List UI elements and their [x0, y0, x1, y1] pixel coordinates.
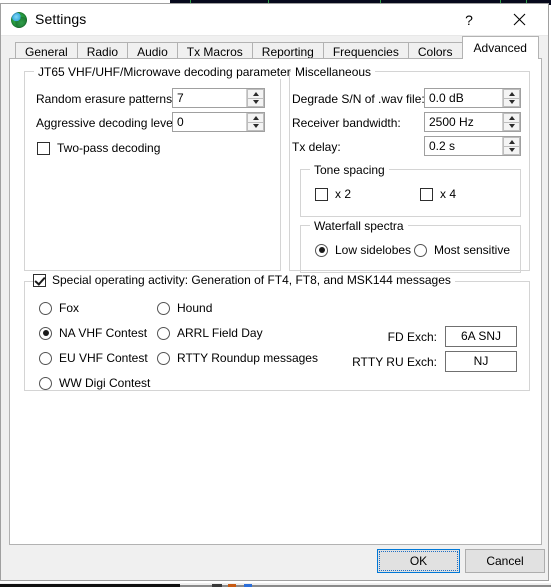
radio-icon: [157, 301, 170, 315]
degrade-snr-spinbox[interactable]: 0.0 dB: [424, 88, 521, 108]
jt65-decoding-group: JT65 VHF/UHF/Microwave decoding paramete…: [24, 65, 301, 271]
degrade-snr-value: 0.0 dB: [429, 91, 464, 105]
two-pass-decoding-label: Two-pass decoding: [57, 141, 161, 155]
radio-hound[interactable]: Hound: [157, 301, 212, 315]
miscellaneous-group: Miscellaneous Degrade S/N of .wav file: …: [289, 65, 530, 273]
globe-icon: [11, 12, 27, 28]
close-icon: [513, 13, 525, 26]
special-operating-activity-label: Special operating activity: Generation o…: [52, 273, 451, 287]
special-operating-activity-checkbox[interactable]: Special operating activity: Generation o…: [33, 273, 455, 287]
tone-spacing-x4-label: x 4: [440, 187, 457, 201]
waterfall-spectra-group: Waterfall spectra Low sidelobes Most sen…: [300, 219, 521, 273]
cancel-button-label: Cancel: [486, 554, 524, 568]
rtty-ru-exch-input[interactable]: NJ: [445, 351, 517, 372]
waterfall-spectra-title: Waterfall spectra: [310, 219, 408, 233]
checkbox-icon: [33, 273, 46, 287]
random-erasure-spinbox[interactable]: 7: [172, 88, 265, 108]
question-mark-icon: ?: [465, 11, 473, 28]
spin-up-icon[interactable]: [503, 89, 520, 99]
spin-down-icon[interactable]: [247, 122, 264, 131]
radio-arrl-field-day-label: ARRL Field Day: [177, 326, 263, 340]
checkbox-icon: [315, 187, 328, 201]
waterfall-low-sidelobes-radio[interactable]: Low sidelobes: [315, 243, 411, 257]
window-title: Settings: [35, 11, 87, 27]
aggressive-decoding-value: 0: [177, 115, 184, 129]
waterfall-most-sensitive-radio[interactable]: Most sensitive: [414, 243, 510, 257]
help-button[interactable]: ?: [448, 4, 490, 35]
radio-icon: [39, 301, 52, 315]
checkbox-icon: [420, 187, 433, 201]
spin-down-icon[interactable]: [503, 98, 520, 107]
radio-eu-vhf-contest[interactable]: EU VHF Contest: [39, 351, 148, 365]
radio-icon: [39, 376, 52, 390]
tone-spacing-x4-checkbox[interactable]: x 4: [420, 187, 456, 201]
spin-up-icon[interactable]: [503, 137, 520, 147]
radio-icon: [157, 326, 170, 340]
radio-fox-label: Fox: [59, 301, 80, 315]
tone-spacing-title: Tone spacing: [310, 163, 389, 177]
receiver-bandwidth-value: 2500 Hz: [429, 115, 474, 129]
radio-na-vhf-contest-label: NA VHF Contest: [59, 326, 148, 340]
tx-delay-value: 0.2 s: [429, 139, 456, 153]
spin-up-icon[interactable]: [247, 89, 264, 99]
receiver-bandwidth-stepper[interactable]: [502, 113, 520, 131]
cancel-button[interactable]: Cancel: [465, 549, 545, 573]
tx-delay-stepper[interactable]: [502, 137, 520, 155]
aggressive-decoding-spinbox[interactable]: 0: [172, 112, 265, 132]
radio-hound-label: Hound: [177, 301, 213, 315]
tx-delay-label: Tx delay:: [292, 140, 341, 154]
fd-exch-input[interactable]: 6A SNJ: [445, 326, 517, 347]
spin-down-icon[interactable]: [503, 146, 520, 155]
radio-ww-digi-contest[interactable]: WW Digi Contest: [39, 376, 150, 390]
aggressive-decoding-label: Aggressive decoding level:: [36, 116, 179, 130]
radio-arrl-field-day[interactable]: ARRL Field Day: [157, 326, 263, 340]
tone-spacing-x2-label: x 2: [335, 187, 352, 201]
ok-button-label: OK: [409, 554, 428, 568]
rtty-ru-exch-label: RTTY RU Exch:: [352, 355, 437, 369]
tx-delay-spinbox[interactable]: 0.2 s: [424, 136, 521, 156]
radio-eu-vhf-contest-label: EU VHF Contest: [59, 351, 148, 365]
settings-dialog: Settings ? General Radio Audio Tx Macros…: [0, 3, 549, 581]
jt65-group-title: JT65 VHF/UHF/Microwave decoding paramete…: [34, 65, 301, 79]
radio-rtty-roundup-label: RTTY Roundup messages: [177, 351, 318, 365]
radio-icon: [39, 326, 52, 340]
waterfall-most-sensitive-label: Most sensitive: [434, 243, 511, 257]
spin-down-icon[interactable]: [247, 98, 264, 107]
dialog-button-bar: OK Cancel: [1, 544, 550, 580]
degrade-snr-stepper[interactable]: [502, 89, 520, 107]
checkbox-icon: [37, 141, 50, 155]
receiver-bandwidth-label: Receiver bandwidth:: [292, 116, 401, 130]
aggressive-decoding-stepper[interactable]: [246, 113, 264, 131]
radio-rtty-roundup[interactable]: RTTY Roundup messages: [157, 351, 318, 365]
radio-fox[interactable]: Fox: [39, 301, 79, 315]
tone-spacing-group: Tone spacing x 2 x 4: [300, 163, 521, 217]
receiver-bandwidth-spinbox[interactable]: 2500 Hz: [424, 112, 521, 132]
random-erasure-stepper[interactable]: [246, 89, 264, 107]
miscellaneous-group-title: Miscellaneous: [291, 65, 376, 79]
waterfall-low-sidelobes-label: Low sidelobes: [335, 243, 412, 257]
close-button[interactable]: [498, 4, 540, 35]
random-erasure-label: Random erasure patterns:: [36, 92, 176, 106]
degrade-snr-label: Degrade S/N of .wav file:: [292, 92, 425, 106]
radio-icon: [414, 243, 427, 257]
radio-ww-digi-contest-label: WW Digi Contest: [59, 376, 151, 390]
spin-up-icon[interactable]: [247, 113, 264, 123]
tone-spacing-x2-checkbox[interactable]: x 2: [315, 187, 351, 201]
random-erasure-value: 7: [177, 91, 184, 105]
tab-bar: General Radio Audio Tx Macros Reporting …: [1, 35, 550, 61]
radio-icon: [157, 351, 170, 365]
radio-na-vhf-contest[interactable]: NA VHF Contest: [39, 326, 147, 340]
two-pass-decoding-checkbox[interactable]: Two-pass decoding: [37, 141, 160, 155]
special-operating-activity-group: Special operating activity: Generation o…: [24, 273, 530, 391]
spin-down-icon[interactable]: [503, 122, 520, 131]
spin-up-icon[interactable]: [503, 113, 520, 123]
advanced-tab-page: JT65 VHF/UHF/Microwave decoding paramete…: [9, 58, 542, 545]
taskbar-backdrop-strip: [0, 583, 551, 587]
ok-button[interactable]: OK: [377, 549, 460, 573]
title-bar: Settings ?: [1, 4, 548, 36]
fd-exch-label: FD Exch:: [387, 330, 437, 344]
radio-icon: [315, 243, 328, 257]
radio-icon: [39, 351, 52, 365]
tab-advanced[interactable]: Advanced: [461, 36, 539, 59]
